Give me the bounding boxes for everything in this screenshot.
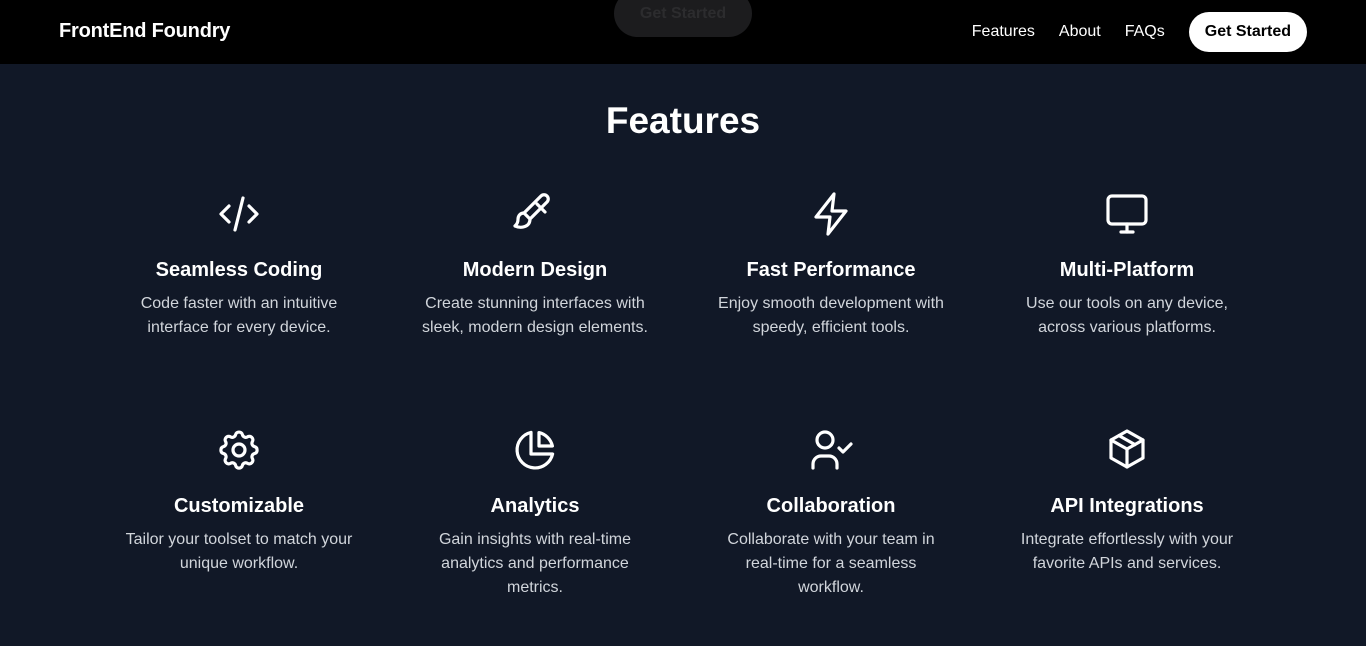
feature-description: Code faster with an intuitive interface … bbox=[140, 295, 338, 336]
feature-description: Create stunning interfaces with sleek, m… bbox=[422, 295, 648, 336]
feature-card-multi-platform: Multi-Platform Use our tools on any devi… bbox=[979, 190, 1275, 426]
feature-title: Multi-Platform bbox=[1059, 259, 1195, 281]
feature-title: Seamless Coding bbox=[155, 259, 323, 281]
user-check-icon bbox=[811, 430, 853, 470]
feature-card-analytics: Analytics Gain insights with real-time a… bbox=[387, 426, 683, 646]
feature-card-collaboration: Collaboration Collaborate with your team… bbox=[683, 426, 979, 646]
top-navigation-bar: FrontEnd Foundry Get Started Features Ab… bbox=[0, 0, 1366, 64]
feature-title: Fast Performance bbox=[746, 259, 916, 281]
feature-card-modern-design: Modern Design Create stunning interfaces… bbox=[387, 190, 683, 426]
feature-description: Gain insights with real-time analytics a… bbox=[438, 531, 632, 596]
feature-title: Analytics bbox=[490, 495, 580, 517]
nav-links: Features About FAQs Get Started bbox=[972, 12, 1307, 52]
feature-title: Customizable bbox=[173, 495, 305, 517]
nav-link-features[interactable]: Features bbox=[972, 23, 1035, 41]
get-started-button[interactable]: Get Started bbox=[1188, 12, 1307, 52]
nav-link-faqs[interactable]: FAQs bbox=[1125, 23, 1165, 41]
feature-title: API Integrations bbox=[1050, 495, 1204, 517]
gear-icon bbox=[219, 430, 259, 470]
brand-logo-text[interactable]: FrontEnd Foundry bbox=[59, 20, 230, 43]
feature-description: Integrate effortlessly with your favorit… bbox=[1020, 531, 1234, 572]
ghost-get-started-button[interactable]: Get Started bbox=[614, 0, 752, 37]
feature-card-fast-performance: Fast Performance Enjoy smooth developmen… bbox=[683, 190, 979, 426]
feature-description: Tailor your toolset to match your unique… bbox=[125, 531, 353, 572]
monitor-icon bbox=[1106, 194, 1148, 234]
paintbrush-icon bbox=[513, 193, 550, 229]
code-icon bbox=[219, 196, 259, 232]
feature-card-customizable: Customizable Tailor your toolset to matc… bbox=[91, 426, 387, 646]
nav-link-about[interactable]: About bbox=[1059, 23, 1101, 41]
lightning-icon bbox=[814, 192, 848, 236]
feature-description: Enjoy smooth development with speedy, ef… bbox=[718, 295, 944, 336]
feature-description: Use our tools on any device, across vari… bbox=[1026, 295, 1228, 336]
features-grid: Seamless Coding Code faster with an intu… bbox=[91, 190, 1275, 646]
feature-description: Collaborate with your team in real-time … bbox=[727, 531, 935, 596]
feature-title: Collaboration bbox=[766, 495, 896, 517]
pie-chart-icon bbox=[515, 430, 555, 470]
cube-icon bbox=[1109, 429, 1145, 469]
feature-title: Modern Design bbox=[462, 259, 608, 281]
feature-card-seamless-coding: Seamless Coding Code faster with an intu… bbox=[91, 190, 387, 426]
feature-card-api-integrations: API Integrations Integrate effortlessly … bbox=[979, 426, 1275, 646]
section-title: Features bbox=[605, 100, 761, 141]
